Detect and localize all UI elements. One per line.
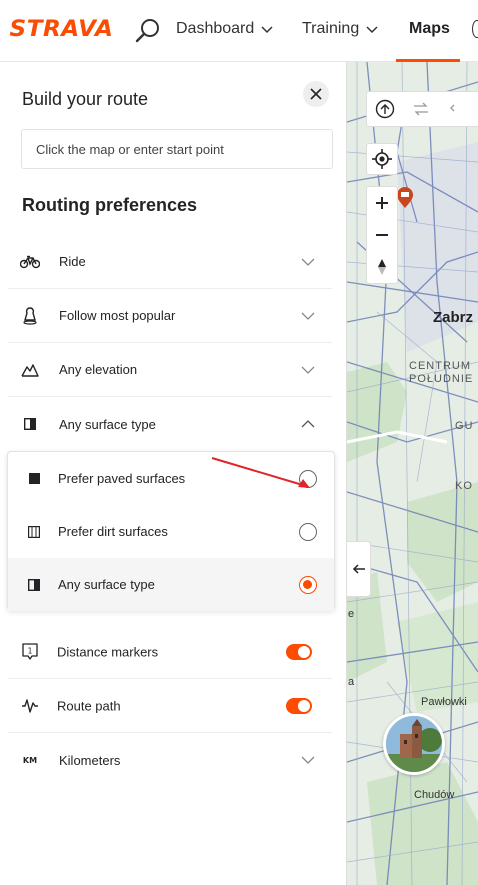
map-toolbar	[366, 91, 478, 127]
distance-marker-icon: 1	[20, 642, 40, 662]
panel-title: Build your route	[22, 89, 149, 109]
start-point-input[interactable]	[21, 129, 333, 169]
nav-training-label: Training	[302, 20, 360, 37]
map-label-fragment: a	[348, 676, 355, 688]
active-tab-indicator	[396, 59, 460, 62]
nav-maps-label: Maps	[409, 20, 450, 37]
surface-type-dropdown: Prefer paved surfaces Prefer dirt surfac…	[7, 451, 335, 611]
option-any-surface[interactable]: Any surface type	[8, 558, 334, 611]
zoom-out-button[interactable]	[367, 219, 397, 251]
zoom-controls	[366, 186, 398, 284]
plus-icon	[376, 197, 388, 209]
search-icon[interactable]	[133, 16, 163, 46]
chevron-down-icon	[301, 312, 315, 320]
chevron-down-icon	[366, 26, 378, 34]
strava-logo[interactable]: STRAVA	[10, 17, 114, 42]
popularity-icon	[20, 306, 40, 326]
reverse-route-button[interactable]	[403, 92, 439, 126]
locate-me-button[interactable]	[366, 143, 398, 175]
pref-popularity-label: Follow most popular	[59, 308, 176, 323]
map-label-fragment: GU	[455, 420, 474, 432]
radio-paved[interactable]	[299, 469, 317, 488]
compass-icon	[378, 259, 386, 275]
chevron-down-icon	[261, 26, 273, 34]
map-label-district: POŁUDNIE	[409, 373, 474, 385]
crosshair-icon	[372, 149, 392, 169]
return-arrow-icon	[450, 104, 455, 112]
units-icon-text: KM	[22, 755, 38, 765]
map-label-district: CENTRUM	[409, 360, 471, 372]
map-label-village: Chudów	[414, 789, 455, 801]
pref-surface-label: Any surface type	[59, 416, 156, 432]
map-label-fragment: KO	[455, 480, 473, 492]
north-arrow-button[interactable]	[367, 92, 403, 126]
nav-dashboard[interactable]: Dashboard	[176, 20, 274, 38]
paved-surface-icon	[26, 471, 42, 487]
zoom-in-button[interactable]	[367, 187, 397, 219]
map-label-city: Zabrz	[433, 309, 474, 326]
option-any-surface-label: Any surface type	[58, 577, 155, 592]
compass-button[interactable]	[367, 251, 397, 283]
option-paved-label: Prefer paved surfaces	[58, 471, 186, 486]
route-path-toggle[interactable]	[286, 697, 312, 714]
chevron-down-icon	[301, 756, 315, 764]
minus-icon	[376, 234, 388, 236]
pref-ride[interactable]: Ride	[8, 235, 332, 289]
map-photo-thumbnail[interactable]	[383, 713, 445, 775]
chevron-down-icon	[301, 366, 315, 374]
top-navigation: STRAVA Dashboard Training Maps	[0, 0, 478, 62]
toolbar-more-button[interactable]	[439, 92, 475, 126]
svg-text:1: 1	[28, 646, 33, 655]
chevron-down-icon	[301, 258, 315, 266]
route-path-label: Route path	[57, 698, 121, 713]
pref-ride-label: Ride	[59, 254, 86, 269]
map-label-fragment: e	[348, 608, 355, 620]
map-pin-icon	[397, 187, 413, 208]
chevron-up-icon	[301, 420, 315, 428]
radio-any-surface[interactable]	[299, 575, 317, 594]
option-paved[interactable]: Prefer paved surfaces	[8, 452, 334, 505]
arrow-left-icon	[352, 564, 365, 574]
pref-elevation-label: Any elevation	[59, 362, 138, 377]
pref-surface[interactable]: Any surface type	[8, 397, 332, 451]
route-path-icon	[20, 696, 40, 716]
distance-markers-toggle[interactable]	[286, 643, 312, 660]
close-button[interactable]	[303, 81, 329, 107]
option-dirt-label: Prefer dirt surfaces	[58, 524, 168, 539]
elevation-icon	[20, 360, 40, 380]
units-icon: KM	[20, 750, 40, 770]
pref-popularity[interactable]: Follow most popular	[8, 289, 332, 343]
nav-dashboard-label: Dashboard	[176, 20, 255, 37]
surface-icon	[26, 577, 42, 593]
route-builder-panel: Build your route Routing preferences Rid…	[0, 62, 347, 885]
distance-markers-row: 1 Distance markers	[8, 625, 332, 679]
distance-markers-label: Distance markers	[57, 644, 159, 659]
bike-icon	[20, 252, 40, 272]
surface-icon	[20, 414, 40, 434]
nav-overflow-item[interactable]	[472, 20, 478, 38]
arrow-up-circle-icon	[375, 99, 395, 119]
radio-dirt[interactable]	[299, 522, 317, 541]
map-label-village: Pawłowki	[421, 696, 467, 708]
castle-photo-icon	[386, 716, 442, 772]
close-icon	[310, 88, 322, 100]
collapse-panel-button[interactable]	[347, 541, 371, 597]
nav-training[interactable]: Training	[302, 20, 379, 38]
routing-preferences-heading: Routing preferences	[22, 195, 198, 215]
option-dirt[interactable]: Prefer dirt surfaces	[8, 505, 334, 558]
map-view[interactable]: Zabrz CENTRUM POŁUDNIE GU KO e a Pawłowk…	[347, 62, 478, 885]
units-label: Kilometers	[59, 752, 121, 768]
dirt-surface-icon	[26, 524, 42, 540]
units-selector[interactable]: KM Kilometers	[8, 733, 332, 787]
pref-elevation[interactable]: Any elevation	[8, 343, 332, 397]
nav-maps[interactable]: Maps	[409, 20, 450, 38]
route-path-row: Route path	[8, 679, 332, 733]
swap-arrows-icon	[414, 102, 428, 116]
